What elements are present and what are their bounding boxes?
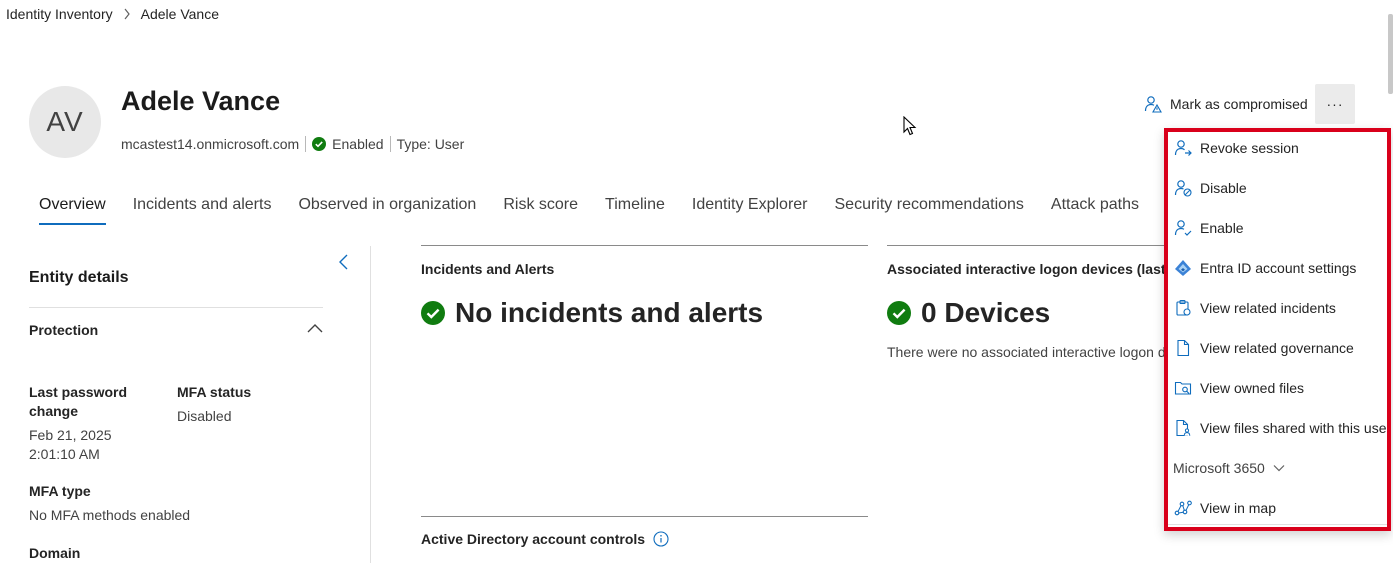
ad-controls-title-text: Active Directory account controls [421,531,646,547]
tab-identity-explorer[interactable]: Identity Explorer [692,196,808,225]
tab-observed-in-organization[interactable]: Observed in organization [298,196,476,225]
more-actions-menu: Revoke session Disable Enable Entra ID a… [1164,128,1391,531]
menu-divider [1168,524,1387,525]
menu-item-view-related-incidents[interactable]: View related incidents [1174,292,1336,324]
tab-incidents-and-alerts[interactable]: Incidents and alerts [133,196,272,225]
incidents-card-title: Incidents and Alerts [421,261,555,277]
menu-item-entra-id-account-settings[interactable]: Entra ID account settings [1174,252,1356,284]
domain-label: Domain [29,545,81,561]
menu-item-label: View related incidents [1200,300,1336,316]
menu-item-revoke-session[interactable]: Revoke session [1174,132,1299,164]
submenu-label: Microsoft 3650 [1173,460,1265,476]
chevron-down-icon [1273,464,1285,472]
meta-divider [389,136,391,152]
tab-security-recommendations[interactable]: Security recommendations [835,196,1024,225]
panel-divider [370,246,371,563]
menu-item-label: Enable [1200,220,1244,236]
menu-item-view-related-governance[interactable]: View related governance [1174,332,1354,364]
user-type: Type: User [396,136,465,152]
card-top-border [421,245,868,246]
menu-item-view-files-shared[interactable]: View files shared with this user [1174,412,1391,444]
folder-search-icon [1174,379,1192,397]
last-password-change-date: Feb 21, 2025 [29,427,112,443]
section-divider [29,307,323,308]
menu-item-view-owned-files[interactable]: View owned files [1174,372,1304,404]
mark-as-compromised-label: Mark as compromised [1170,96,1308,112]
entra-id-icon [1174,259,1192,277]
menu-item-enable[interactable]: Enable [1174,212,1244,244]
menu-item-label: Entra ID account settings [1200,260,1357,276]
person-check-icon [1174,219,1192,237]
devices-card-text: There were no associated interactive log… [887,344,1164,360]
check-circle-icon [312,137,327,151]
last-password-change-time: 2:01:10 AM [29,446,100,462]
user-domain: mcastest14.onmicrosoft.com [121,136,300,152]
check-circle-icon [887,301,911,325]
user-meta: mcastest14.onmicrosoft.com Enabled Type:… [121,136,464,152]
breadcrumb-identity-inventory[interactable]: Identity Inventory [6,6,113,22]
protection-section-title[interactable]: Protection [29,322,98,338]
menu-item-label: View related governance [1200,340,1354,356]
clipboard-icon [1174,299,1192,317]
mfa-type-label: MFA type [29,483,91,499]
document-person-icon [1174,419,1192,437]
graph-map-icon [1174,499,1192,517]
devices-status: 0 Devices [887,297,1050,329]
menu-item-label: Disable [1200,180,1247,196]
ad-controls-card-title: Active Directory account controls [421,531,669,547]
mfa-status-value: Disabled [177,408,232,424]
person-warning-icon [1144,95,1162,113]
breadcrumb-current: Adele Vance [140,6,219,22]
tab-bar: Overview Incidents and alerts Observed i… [39,196,1197,225]
avatar: AV [29,86,101,158]
entity-details-title: Entity details [29,269,129,286]
check-circle-icon [421,301,445,325]
tab-overview[interactable]: Overview [39,196,106,225]
card-top-border [887,245,1164,246]
menu-item-label: View in map [1200,500,1277,516]
status-badge: Enabled [332,136,384,152]
menu-item-label: View files shared with this user [1200,420,1391,436]
mfa-status-label: MFA status [177,384,252,400]
page-title: Adele Vance [121,86,281,116]
tab-attack-paths[interactable]: Attack paths [1051,196,1139,225]
page-scrollbar[interactable] [1388,14,1393,94]
menu-item-view-in-map[interactable]: View in map [1174,492,1276,524]
chevron-up-icon[interactable] [306,321,324,335]
devices-status-text: 0 Devices [921,297,1051,328]
incidents-status-text: No incidents and alerts [455,297,764,328]
person-arrow-icon [1174,139,1192,157]
mfa-type-value: No MFA methods enabled [29,507,191,523]
person-prohibited-icon [1174,179,1192,197]
collapse-panel-button[interactable] [336,253,352,271]
mark-as-compromised-button[interactable]: Mark as compromised [1144,92,1308,116]
last-password-change-label: Last password change [29,384,128,419]
tab-timeline[interactable]: Timeline [605,196,665,225]
menu-item-label: Revoke session [1200,140,1299,156]
menu-submenu-microsoft-365[interactable]: Microsoft 3650 [1173,452,1285,484]
card-top-border [421,516,868,517]
more-options-icon: ··· [1326,96,1344,112]
mouse-cursor-icon [903,116,917,136]
info-icon[interactable] [653,531,669,547]
chevron-right-icon [123,8,131,20]
tab-risk-score[interactable]: Risk score [503,196,578,225]
menu-item-disable[interactable]: Disable [1174,172,1247,204]
more-actions-button[interactable]: ··· [1315,84,1355,124]
meta-divider [305,136,307,152]
menu-item-label: View owned files [1200,380,1305,396]
devices-card-title: Associated interactive logon devices (la… [887,261,1164,277]
document-icon [1174,339,1192,357]
incidents-status: No incidents and alerts [421,297,763,329]
breadcrumb: Identity Inventory Adele Vance [6,6,219,22]
